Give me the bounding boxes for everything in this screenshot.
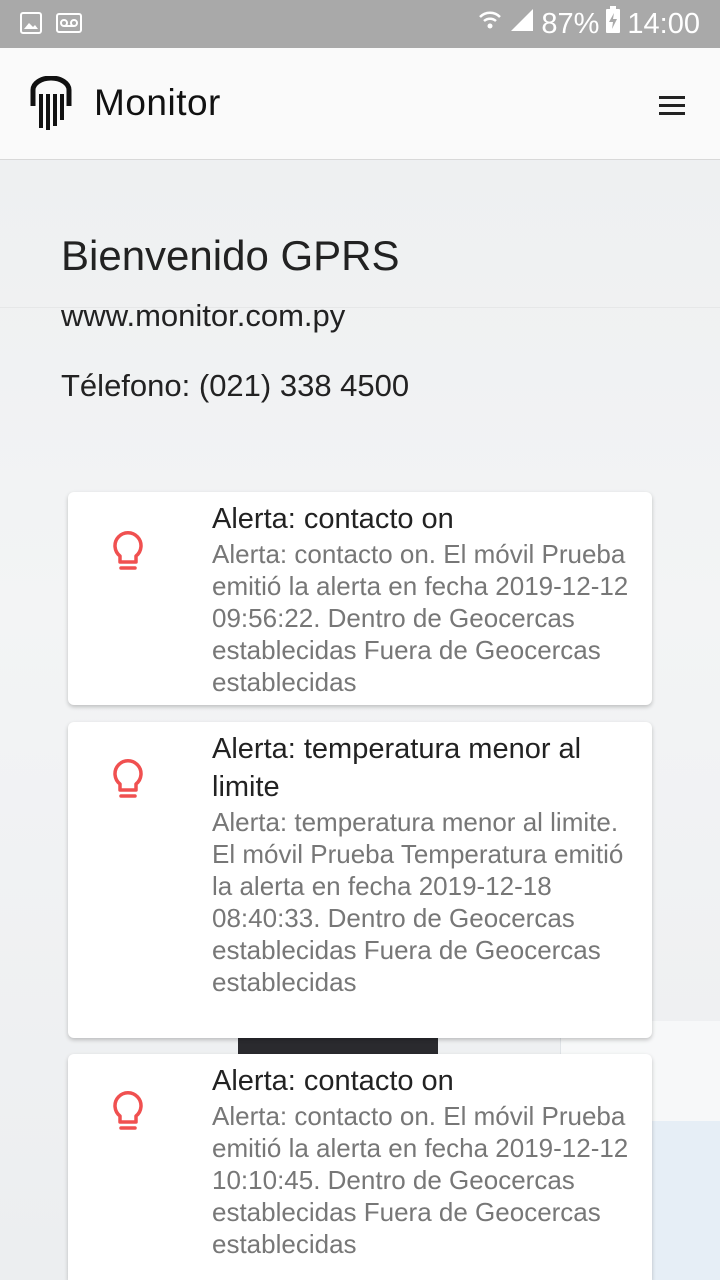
welcome-heading: Bienvenido GPRS [61, 232, 400, 279]
lightbulb-icon [108, 528, 148, 574]
alert-card[interactable]: Alerta: temperatura menor al limite Aler… [68, 722, 652, 1038]
alert-body: Alerta: contacto on. El móvil Prueba emi… [212, 1101, 629, 1259]
alert-title: Alerta: contacto on [212, 1065, 454, 1097]
alert-title: Alerta: temperatura menor al limite [212, 733, 582, 803]
phone-number[interactable]: Télefono: (021) 338 4500 [61, 368, 409, 404]
battery-charging-icon [605, 6, 621, 42]
status-bar: 87% 14:00 [0, 0, 720, 48]
hamburger-menu-icon[interactable] [651, 88, 693, 122]
signal-icon [509, 7, 535, 41]
lightbulb-icon [108, 1088, 148, 1134]
image-icon [20, 12, 42, 39]
alert-title: Alerta: contacto on [212, 503, 454, 535]
monitor-logo-icon [30, 75, 72, 137]
lightbulb-icon [108, 756, 148, 802]
wifi-icon [477, 7, 503, 41]
clock: 14:00 [627, 7, 700, 40]
alert-body: Alerta: contacto on. El móvil Prueba emi… [212, 539, 629, 697]
battery-percent: 87% [541, 7, 600, 40]
voicemail-icon [56, 12, 82, 39]
alert-card[interactable]: Alerta: contacto on Alerta: contacto on.… [68, 492, 652, 705]
app-title: Monitor [94, 82, 221, 123]
website-link[interactable]: www.monitor.com.py [61, 298, 345, 334]
alert-body: Alerta: temperatura menor al limite. El … [212, 807, 624, 997]
alert-card[interactable]: Alerta: contacto on Alerta: contacto on.… [68, 1054, 652, 1280]
